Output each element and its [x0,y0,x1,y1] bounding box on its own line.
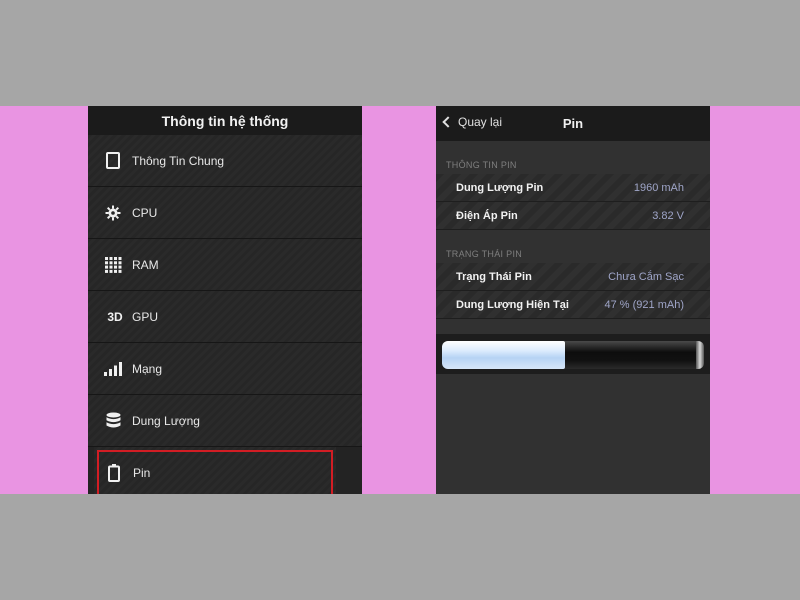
menu-item-gpu[interactable]: 3D GPU [88,291,362,343]
menu-item-battery[interactable]: Pin [94,447,336,494]
back-button[interactable]: Quay lại [442,115,502,129]
menu-item-label: Mạng [132,361,163,376]
menu-item-network[interactable]: Mạng [88,343,362,395]
info-label: Điện Áp Pin [456,209,518,222]
info-row-capacity: Dung Lượng Pin 1960 mAh [436,174,710,202]
info-row-voltage: Điện Áp Pin 3.82 V [436,202,710,230]
info-row-status: Trạng Thái Pin Chưa Cắm Sạc [436,263,710,291]
menu-item-ram[interactable]: RAM [88,239,362,291]
menu-item-label: RAM [132,257,159,272]
battery-header: Quay lại Pin [436,106,710,141]
info-label: Dung Lượng Pin [456,181,544,194]
info-label: Trạng Thái Pin [456,270,532,283]
system-info-screen: Thông tin hệ thống Thông Tin Chung CPU R… [88,106,362,494]
back-button-label: Quay lại [458,115,503,129]
menu-item-general[interactable]: Thông Tin Chung [88,135,362,187]
menu-item-label: Dung Lượng [132,413,200,428]
3d-icon: 3D [107,309,123,324]
section-header-status: TRẠNG THÁI PIN [446,249,523,259]
menu-item-cpu[interactable]: CPU [88,187,362,239]
info-label: Dung Lượng Hiện Tại [456,298,569,311]
info-value: 3.82 V [652,209,684,222]
info-row-current-capacity: Dung Lượng Hiện Tại 47 % (921 mAh) [436,291,710,319]
page-title: Thông tin hệ thống [161,112,289,129]
battery-screen: Quay lại Pin THÔNG TIN PIN Dung Lượng Pi… [436,106,710,494]
database-icon [104,412,122,430]
info-value: Chưa Cắm Sạc [608,270,684,283]
info-value: 1960 mAh [633,181,684,194]
tablet-icon [104,152,122,170]
battery-level-bar [436,334,710,374]
menu-item-label: Thông Tin Chung [132,153,225,168]
menu-item-label: GPU [132,309,159,324]
gear-icon [104,204,122,222]
menu-item-label: Pin [133,465,151,480]
battery-icon [105,463,123,482]
chevron-left-icon [442,116,454,128]
section-header-info: THÔNG TIN PIN [446,160,517,170]
system-info-header: Thông tin hệ thống [88,106,362,135]
battery-tip [696,341,704,369]
menu-item-storage[interactable]: Dung Lượng [88,395,362,447]
info-value: 47 % (921 mAh) [604,298,684,311]
signal-icon [104,360,122,378]
grid-icon [104,256,122,274]
battery-fill [442,341,565,369]
menu-item-label: CPU [132,205,158,220]
